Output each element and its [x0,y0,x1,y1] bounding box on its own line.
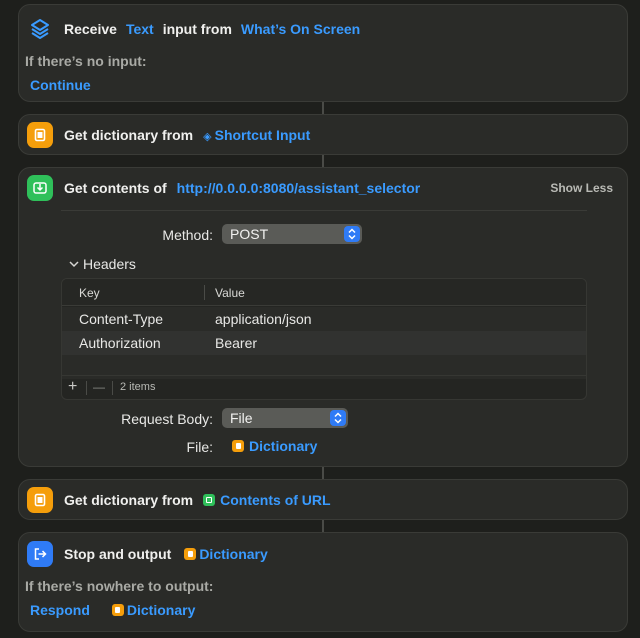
header-value-cell[interactable]: Bearer [215,335,257,351]
add-row-button[interactable]: + [68,378,77,396]
shortcuts-layers-icon: ◈ [203,131,212,143]
request-body-label: Request Body: [121,411,213,427]
action-title: Stop and output [64,546,172,562]
contents-of-url-token[interactable]: Contents of URL [203,492,331,508]
table-row[interactable]: Authorization Bearer [62,331,586,355]
no-input-action-token[interactable]: Continue [30,77,91,93]
connector-line [322,155,324,167]
url-token[interactable]: http://0.0.0.0:8080/assistant_selector [177,180,421,196]
dictionary-icon [111,604,124,616]
respond-dictionary-token[interactable]: Dictionary [111,602,195,618]
file-label: File: [186,439,213,455]
output-dictionary-token[interactable]: Dictionary [184,546,268,562]
shortcut-input-token[interactable]: ◈ Shortcut Input [203,127,310,143]
divider [61,210,587,211]
header-key-cell[interactable]: Authorization [79,335,161,351]
remove-row-button[interactable]: — [93,380,105,394]
get-dictionary-card[interactable]: Get dictionary from Contents of URL [18,479,628,520]
file-token[interactable]: Dictionary [232,438,317,454]
header-key-cell[interactable]: Content-Type [79,311,163,327]
item-count: 2 items [120,381,156,393]
table-row[interactable]: Content-Type application/json [62,307,586,331]
nowhere-to-output-label: If there’s nowhere to output: [25,578,214,594]
get-dictionary-card[interactable]: Get dictionary from ◈ Shortcut Input [18,114,628,155]
dictionary-icon [232,440,244,452]
receive-action-card[interactable]: Receive Text input from What’s On Screen… [18,4,628,102]
column-header-value: Value [215,286,245,300]
header-value-cell[interactable]: application/json [215,311,312,327]
headers-label: Headers [83,256,136,272]
show-less-button[interactable]: Show Less [550,181,613,195]
headers-disclosure[interactable]: Headers [69,256,136,272]
connector-line [322,102,324,114]
headers-table: Key Value Content-Type application/json … [61,278,587,400]
request-body-select[interactable]: File [222,408,348,428]
dictionary-icon [27,487,53,513]
column-header-key: Key [79,286,100,300]
dictionary-icon [27,122,53,148]
connector-line [322,467,324,479]
respond-token[interactable]: Respond [30,602,90,618]
input-type-token[interactable]: Text [126,21,154,37]
action-title: Get dictionary from [64,127,194,143]
updown-chevrons-icon [344,226,360,242]
no-input-label: If there’s no input: [25,53,147,69]
download-icon [27,175,53,201]
action-title: Receive [64,21,117,37]
column-divider [204,285,205,300]
input-source-token[interactable]: What’s On Screen [241,21,360,37]
action-middle-text: input from [162,21,232,37]
stop-and-output-card[interactable]: Stop and output Dictionary If there’s no… [18,532,628,632]
action-title: Get dictionary from [64,492,194,508]
download-icon [203,494,216,506]
chevron-down-icon [69,261,79,268]
connector-line [322,520,324,532]
method-label: Method: [162,227,213,243]
shortcuts-layers-icon [27,16,53,42]
action-title: Get contents of [64,180,167,196]
updown-chevrons-icon [330,410,346,426]
table-footer: + — 2 items [62,375,586,399]
dictionary-icon [184,548,197,560]
get-contents-of-url-card[interactable]: Get contents of http://0.0.0.0:8080/assi… [18,167,628,467]
output-exit-icon [27,541,53,567]
table-header: Key Value [62,279,586,306]
footer-divider [112,381,113,395]
method-select[interactable]: POST [222,224,362,244]
footer-divider [86,381,87,395]
